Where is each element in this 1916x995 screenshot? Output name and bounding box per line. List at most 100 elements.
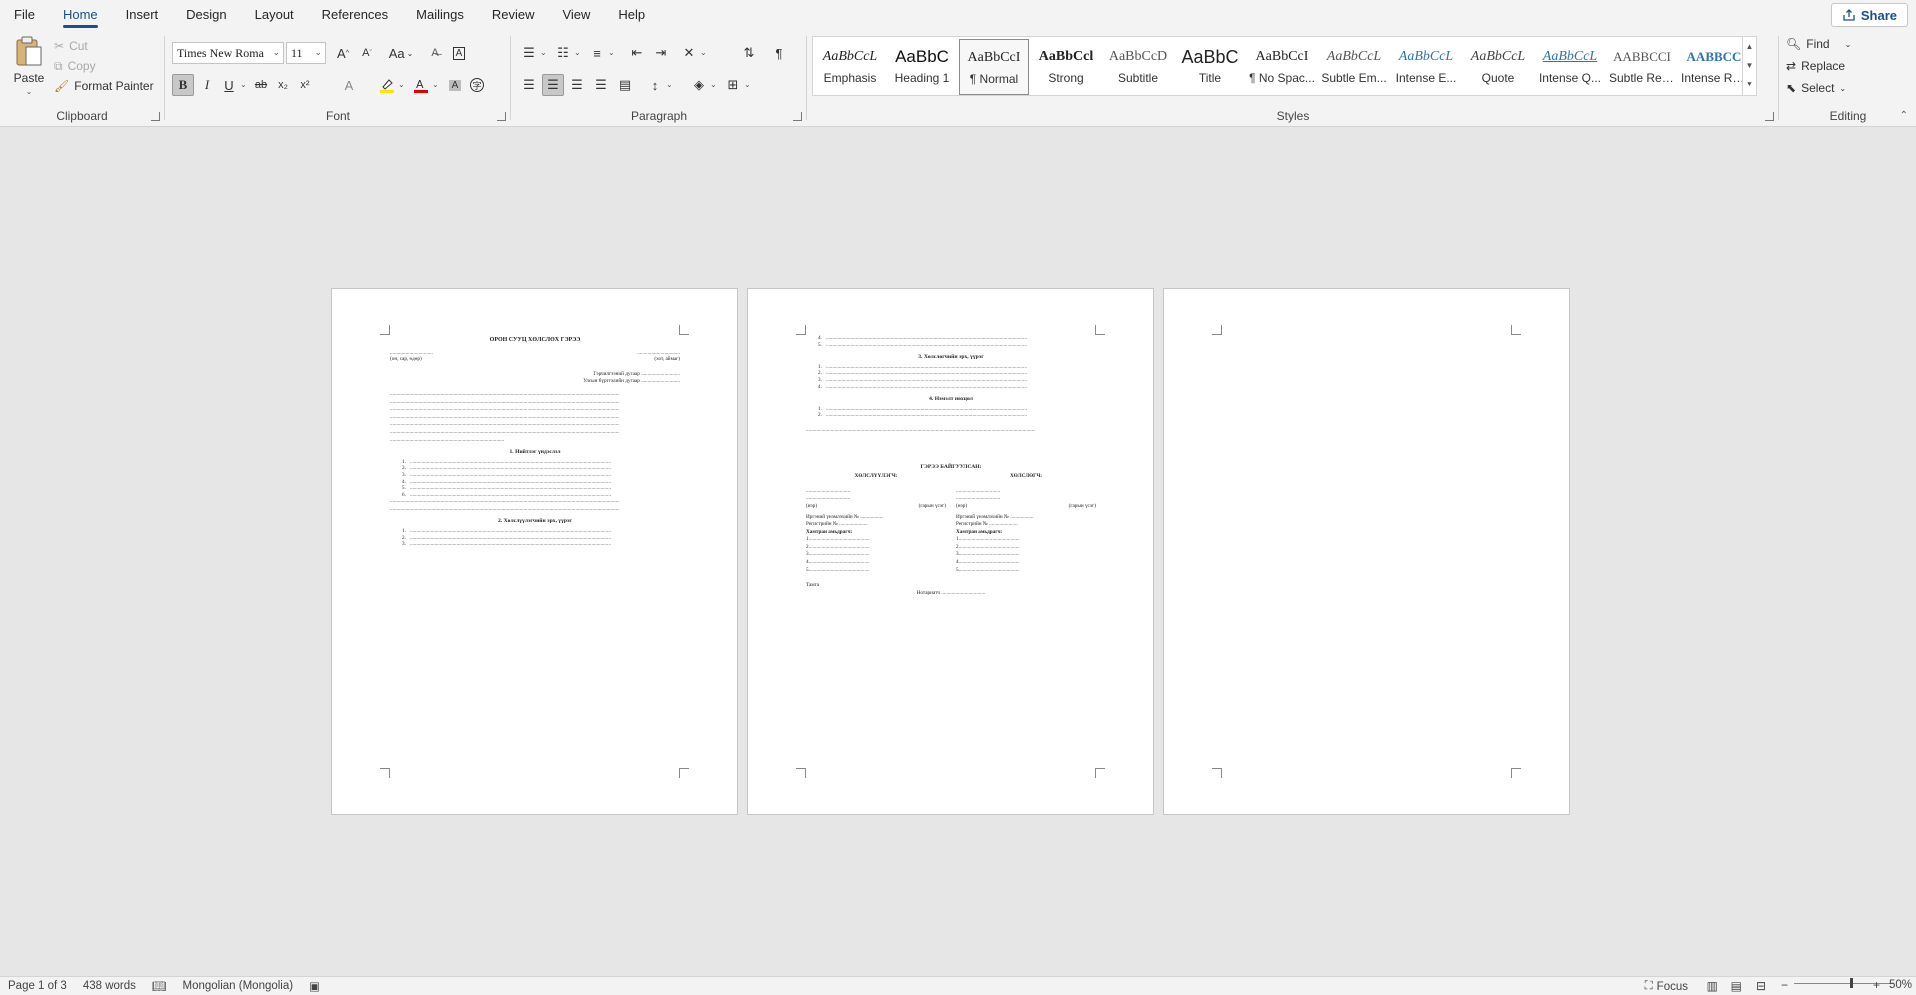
focus-button[interactable]: ⛶ Focus — [1645, 977, 1688, 995]
find-button[interactable]: 🔍︎ Find ⌄ — [1786, 34, 1851, 54]
highlight-button[interactable] — [376, 74, 398, 96]
style-tile-emphasis[interactable]: AaBbCcL Emphasis — [815, 39, 885, 95]
share-button[interactable]: Share — [1830, 3, 1908, 27]
style-tile-intense-re[interactable]: AABBCC Intense Re... — [1679, 39, 1749, 95]
page-2[interactable]: 4.......................................… — [747, 288, 1154, 815]
clipboard-launcher-icon[interactable] — [151, 112, 160, 121]
line-spacing-button[interactable]: ↕ — [644, 74, 666, 96]
decrease-indent-button[interactable]: ⇤ — [626, 42, 648, 64]
tab-mailings[interactable]: Mailings — [402, 0, 478, 30]
gallery-down-icon[interactable]: ▼ — [1743, 56, 1756, 75]
italic-button[interactable]: I — [196, 74, 218, 96]
numbering-button[interactable]: ☷ — [552, 42, 574, 64]
tab-view[interactable]: View — [548, 0, 604, 30]
justify-button[interactable]: ☰ — [590, 74, 612, 96]
style-tile-normal[interactable]: AaBbCcI ¶ Normal — [959, 39, 1029, 95]
paragraph-launcher-icon[interactable] — [793, 112, 802, 121]
change-case-button[interactable]: Aa ⌄ — [386, 42, 416, 64]
font-launcher-icon[interactable] — [497, 112, 506, 121]
gallery-scrollbar[interactable]: ▲ ▼ ⯆ — [1742, 37, 1756, 95]
text-effects-box-button[interactable]: A — [448, 42, 470, 64]
web-layout-icon[interactable]: ⊟ — [1756, 979, 1766, 993]
tab-review[interactable]: Review — [478, 0, 549, 30]
underline-button[interactable]: U — [218, 74, 240, 96]
style-tile-intense-e[interactable]: AaBbCcL Intense E... — [1391, 39, 1461, 95]
multilevel-list-button[interactable]: ≡ — [586, 42, 608, 64]
paste-button[interactable]: Paste ⌄ — [10, 34, 48, 96]
multilevel-chevron-icon[interactable]: ⌄ — [608, 48, 615, 57]
word-count[interactable]: 438 words — [75, 980, 144, 992]
font-color-chevron-icon[interactable]: ⌄ — [432, 80, 439, 89]
cut-button[interactable]: ✂ Cut — [54, 36, 88, 56]
style-tile-quote[interactable]: AaBbCcL Quote — [1463, 39, 1533, 95]
style-tile-strong[interactable]: AaBbCcl Strong — [1031, 39, 1101, 95]
macro-button[interactable]: ▣ — [301, 979, 328, 993]
collapse-ribbon-icon[interactable]: ⌃ — [1900, 110, 1908, 121]
font-color-button[interactable]: A — [410, 74, 432, 96]
tab-design[interactable]: Design — [172, 0, 240, 30]
bullets-button[interactable]: ☰ — [518, 42, 540, 64]
asian-layout-button[interactable]: ✕ — [678, 42, 700, 64]
text-effects-button[interactable]: A — [338, 74, 360, 96]
zoom-in-icon[interactable]: + — [1873, 978, 1880, 992]
highlight-chevron-icon[interactable]: ⌄ — [398, 80, 405, 89]
numbering-chevron-icon[interactable]: ⌄ — [574, 48, 581, 57]
subscript-button[interactable]: x₂ — [272, 74, 294, 96]
character-shading-button[interactable]: A — [444, 74, 466, 96]
style-tile-no-spac[interactable]: AaBbCcI ¶ No Spac... — [1247, 39, 1317, 95]
style-tile-subtle-ref[interactable]: AABBCCI Subtle Ref... — [1607, 39, 1677, 95]
styles-launcher-icon[interactable] — [1765, 112, 1774, 121]
style-tile-heading-1[interactable]: AaBbC Heading 1 — [887, 39, 957, 95]
gallery-up-icon[interactable]: ▲ — [1743, 37, 1756, 56]
increase-indent-button[interactable]: ⇥ — [650, 42, 672, 64]
underline-chevron-icon[interactable]: ⌄ — [240, 80, 247, 89]
show-formatting-button[interactable]: ¶ — [768, 42, 790, 64]
line-spacing-chevron-icon[interactable]: ⌄ — [666, 80, 673, 89]
page-1[interactable]: ОРОН СУУЦ ХӨЛСЛӨХ ГЭРЭЭ ................… — [331, 288, 738, 815]
grow-font-button[interactable]: A ^ — [332, 42, 354, 64]
enclose-characters-button[interactable]: 字 — [466, 74, 488, 96]
format-painter-button[interactable]: 🖌 Format Painter — [54, 76, 154, 96]
copy-button[interactable]: ⧉ Copy — [54, 56, 96, 76]
page-count[interactable]: Page 1 of 3 — [0, 980, 75, 992]
select-button[interactable]: ⬉ Select ⌄ — [1786, 78, 1846, 98]
tab-help[interactable]: Help — [604, 0, 659, 30]
bullets-chevron-icon[interactable]: ⌄ — [540, 48, 547, 57]
read-mode-icon[interactable]: ▥ — [1707, 979, 1718, 993]
superscript-button[interactable]: x² — [294, 74, 316, 96]
shading-button[interactable]: ◈ — [688, 74, 710, 96]
align-left-button[interactable]: ☰ — [518, 74, 540, 96]
replace-button[interactable]: ⇄ Replace — [1786, 56, 1845, 76]
tab-home[interactable]: Home — [49, 0, 112, 30]
shrink-font-button[interactable]: Aˇ — [356, 42, 378, 64]
align-right-button[interactable]: ☰ — [566, 74, 588, 96]
borders-chevron-icon[interactable]: ⌄ — [744, 80, 751, 89]
gallery-more-icon[interactable]: ⯆ — [1743, 75, 1756, 94]
page-3[interactable] — [1163, 288, 1570, 815]
sort-button[interactable]: ⇅ — [738, 42, 760, 64]
tab-insert[interactable]: Insert — [112, 0, 173, 30]
tab-references[interactable]: References — [308, 0, 402, 30]
asian-layout-chevron-icon[interactable]: ⌄ — [700, 48, 707, 57]
clear-formatting-button[interactable]: A̶ — [424, 42, 446, 64]
document-canvas[interactable]: ОРОН СУУЦ ХӨЛСЛӨХ ГЭРЭЭ ................… — [0, 128, 1916, 976]
borders-button[interactable]: ⊞ — [722, 74, 744, 96]
language-indicator[interactable]: Mongolian (Mongolia) — [175, 980, 302, 992]
tab-layout[interactable]: Layout — [241, 0, 308, 30]
bold-button[interactable]: B — [172, 74, 194, 96]
tab-file[interactable]: File — [0, 0, 49, 30]
style-tile-intense-q[interactable]: AaBbCcL Intense Q... — [1535, 39, 1605, 95]
strikethrough-button[interactable]: ab — [250, 74, 272, 96]
align-center-button[interactable]: ☰ — [542, 74, 564, 96]
distributed-button[interactable]: ▤ — [614, 74, 636, 96]
style-tile-title[interactable]: AaBbC Title — [1175, 39, 1245, 95]
font-size-combo[interactable]: 11 ⌄ — [286, 42, 326, 64]
proofing-button[interactable]: 📖︎ — [144, 979, 175, 993]
font-family-combo[interactable]: Times New Roma ⌄ — [172, 42, 284, 64]
print-layout-icon[interactable]: ▤ — [1731, 979, 1742, 993]
zoom-level[interactable]: 50% — [1889, 979, 1912, 991]
style-tile-subtitle[interactable]: AaBbCcD Subtitle — [1103, 39, 1173, 95]
style-tile-subtle-em[interactable]: AaBbCcL Subtle Em... — [1319, 39, 1389, 95]
zoom-out-icon[interactable]: − — [1781, 978, 1788, 992]
zoom-slider-thumb[interactable] — [1850, 978, 1853, 988]
